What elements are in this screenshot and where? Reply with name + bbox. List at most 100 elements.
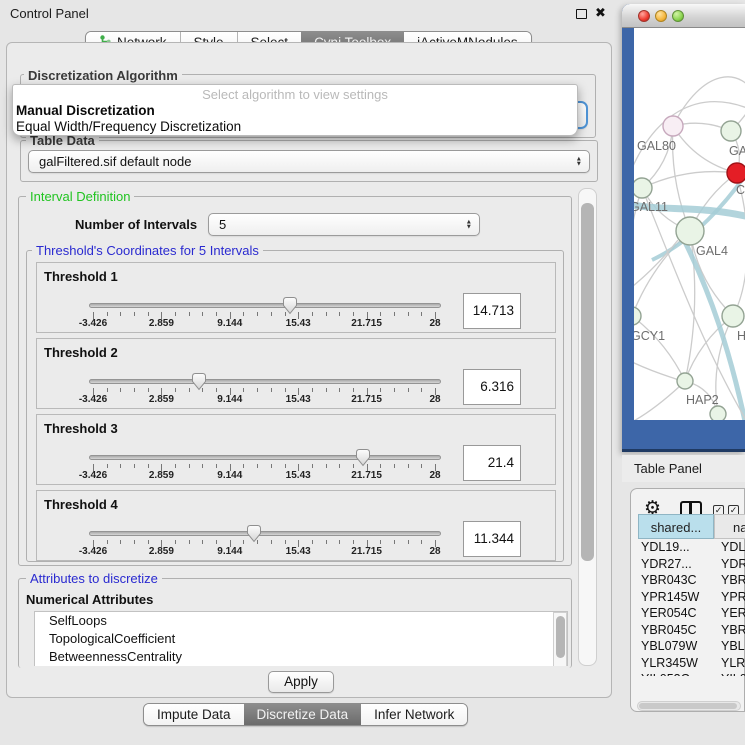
table-cell: YER054C	[638, 605, 714, 622]
threshold-value-input[interactable]: 6.316	[463, 369, 521, 405]
bottom-tab-infer-network[interactable]: Infer Network	[361, 704, 467, 725]
panel-scrollbar-thumb[interactable]	[581, 203, 594, 561]
minor-tick	[134, 312, 135, 316]
network-node-GAL80[interactable]	[663, 116, 683, 136]
stepper-arrows-icon: ▲▼	[466, 219, 472, 230]
attribute-list-item[interactable]: BetweennessCentrality	[35, 648, 567, 666]
slider-thumb[interactable]	[191, 372, 207, 391]
table-row[interactable]: YDR27...YDR27...	[638, 556, 745, 573]
minor-tick	[421, 312, 422, 316]
network-node-HAP2[interactable]	[677, 373, 693, 389]
table-row[interactable]: YBR045CYBR045C	[638, 622, 745, 639]
minor-tick	[339, 540, 340, 544]
table-row[interactable]: YPR145WYPR145W	[638, 589, 745, 606]
zoom-traffic-light-icon[interactable]	[672, 10, 684, 22]
node-label-GAL80: GAL80	[637, 139, 676, 153]
network-window-titlebar[interactable]	[622, 4, 745, 28]
minor-tick	[134, 540, 135, 544]
node-label-GAL4: GAL4	[696, 244, 728, 258]
table-horizontal-scrollbar[interactable]	[637, 701, 741, 711]
minor-tick	[271, 388, 272, 392]
slider-thumb[interactable]	[355, 448, 371, 467]
interval-definition-title: Interval Definition	[26, 189, 134, 204]
minor-tick	[120, 388, 121, 392]
control-panel-header	[0, 0, 614, 26]
popup-option-manual-discretization[interactable]: Manual Discretization	[13, 102, 577, 118]
minor-tick	[408, 464, 409, 468]
network-node-H[interactable]	[722, 305, 744, 327]
close-icon[interactable]: ✖	[595, 5, 606, 21]
minor-tick	[326, 464, 327, 468]
node-label-GCY1: GCY1	[634, 329, 665, 343]
network-node-GA[interactable]	[721, 121, 741, 141]
table-panel-title: Table Panel	[634, 461, 702, 476]
bottom-tab-discretize-data[interactable]: Discretize Data	[244, 704, 362, 725]
node-attribute-table[interactable]: YDL19...YDL19...YDR27...YDR27...YBR043CY…	[638, 539, 745, 676]
table-row[interactable]: YBL079WYBL079W	[638, 638, 745, 655]
panel-scrollbar[interactable]	[578, 188, 597, 666]
threshold-label: Threshold 2	[44, 345, 118, 360]
threshold-value-input[interactable]: 14.713	[463, 293, 521, 329]
tick-label: -3.426	[61, 546, 125, 557]
network-node-GAL11[interactable]	[634, 178, 652, 198]
minor-tick	[271, 540, 272, 544]
slider-track[interactable]	[89, 379, 441, 384]
attribute-list-item[interactable]: SelfLoops	[35, 612, 567, 630]
attributes-group-title: Attributes to discretize	[26, 571, 162, 586]
minor-tick	[107, 540, 108, 544]
minor-tick	[408, 312, 409, 316]
discretization-algorithm-title: Discretization Algorithm	[24, 68, 182, 83]
column-header-na[interactable]: na	[714, 514, 745, 539]
attributes-list-scrollbar-thumb[interactable]	[556, 616, 565, 658]
attributes-list-scrollbar[interactable]	[553, 612, 567, 666]
table-row[interactable]: YBR043CYBR043C	[638, 572, 745, 589]
table-row[interactable]: YER054CYER054C	[638, 605, 745, 622]
tick-label: 2.859	[129, 546, 193, 557]
apply-button[interactable]: Apply	[268, 671, 334, 693]
table-row[interactable]: YDL19...YDL19...	[638, 539, 745, 556]
tick-label: 21.715	[335, 318, 399, 329]
slider-thumb[interactable]	[246, 524, 262, 543]
minimize-traffic-light-icon[interactable]	[655, 10, 667, 22]
minor-tick	[148, 540, 149, 544]
network-canvas[interactable]: GAL80GACGAL11GAL4GCY1HHAP2	[634, 28, 745, 420]
minor-tick	[394, 540, 395, 544]
minor-tick	[312, 388, 313, 392]
minor-tick	[380, 464, 381, 468]
number-of-intervals-combobox[interactable]: 5 ▲▼	[208, 213, 480, 236]
minor-tick	[243, 312, 244, 316]
slider-track[interactable]	[89, 531, 441, 536]
close-traffic-light-icon[interactable]	[638, 10, 650, 22]
slider-thumb[interactable]	[282, 296, 298, 315]
threshold-value-input[interactable]: 21.4	[463, 445, 521, 481]
network-node-GAL4[interactable]	[676, 217, 704, 245]
slider-track[interactable]	[89, 303, 441, 308]
minor-tick	[421, 464, 422, 468]
minor-tick	[257, 388, 258, 392]
threshold-label: Threshold 3	[44, 421, 118, 436]
attributes-list[interactable]: SelfLoopsTopologicalCoefficientBetweenne…	[34, 611, 568, 666]
minor-tick	[120, 464, 121, 468]
tick-label: 9.144	[198, 470, 262, 481]
minor-tick	[120, 540, 121, 544]
column-header-shared-[interactable]: shared...	[638, 514, 714, 539]
slider-track[interactable]	[89, 455, 441, 460]
tick-label: 28	[403, 318, 467, 329]
minor-tick	[148, 312, 149, 316]
table-row[interactable]: YIL053CYIL053C	[638, 671, 745, 676]
attribute-list-item[interactable]: TopologicalCoefficient	[35, 630, 567, 648]
table-cell: YBR043C	[714, 572, 745, 589]
minor-tick	[421, 388, 422, 392]
table-cell: YBL079W	[714, 638, 745, 655]
network-node-BOT[interactable]	[710, 406, 726, 420]
tick-label: -3.426	[61, 318, 125, 329]
network-node-RED[interactable]	[727, 163, 745, 183]
threshold-value-input[interactable]: 11.344	[463, 521, 521, 557]
float-window-icon[interactable]	[576, 9, 587, 19]
minor-tick	[408, 540, 409, 544]
table-row[interactable]: YLR345WYLR345W	[638, 655, 745, 672]
popup-option-equal-width-frequency-discretization[interactable]: Equal Width/Frequency Discretization	[13, 118, 577, 134]
bottom-tab-impute-data[interactable]: Impute Data	[144, 704, 244, 725]
table-data-combobox[interactable]: galFiltered.sif default node ▲▼	[28, 150, 590, 173]
table-horizontal-scrollbar-thumb[interactable]	[639, 703, 737, 709]
